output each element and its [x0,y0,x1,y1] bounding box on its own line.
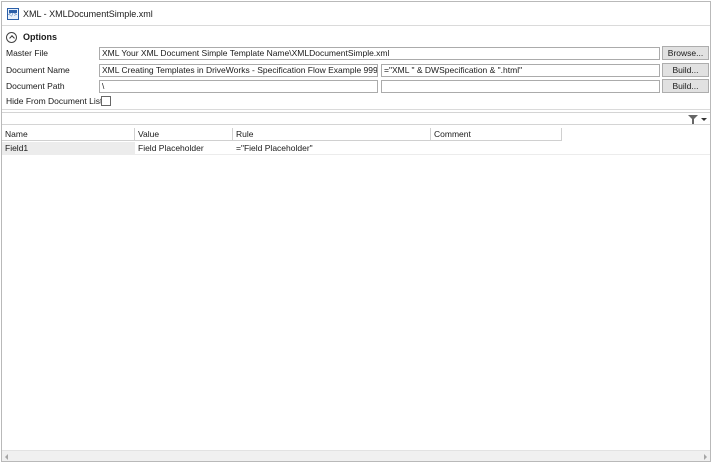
fields-grid: Name Value Rule Comment Field1 Field Pla… [2,128,710,458]
document-name-row: Document Name XML Creating Templates in … [2,63,710,77]
scroll-left-icon[interactable] [5,454,8,460]
master-file-row: Master File XML Your XML Document Simple… [2,46,710,60]
master-file-label: Master File [6,48,49,58]
grid-header: Name Value Rule Comment [2,128,562,141]
column-header-comment[interactable]: Comment [431,128,562,141]
document-path-field[interactable]: \ [99,80,378,93]
column-header-value[interactable]: Value [135,128,233,141]
window-title: XML - XMLDocumentSimple.xml [23,8,153,19]
options-section-header[interactable]: Options [6,30,57,44]
title-bar: XML - XMLDocumentSimple.xml [2,2,710,26]
document-path-label: Document Path [6,81,65,91]
document-name-field[interactable]: XML Creating Templates in DriveWorks - S… [99,64,378,77]
column-header-rule[interactable]: Rule [233,128,431,141]
cell-rule[interactable]: ="Field Placeholder" [233,142,431,155]
document-path-build-button[interactable]: Build... [662,79,709,93]
master-file-field[interactable]: XML Your XML Document Simple Template Na… [99,47,660,60]
filter-icon[interactable] [688,114,698,124]
xml-document-window: XML - XMLDocumentSimple.xml Options Mast… [1,1,711,462]
cell-name[interactable]: Field1 [2,142,135,155]
cell-value[interactable]: Field Placeholder [135,142,233,155]
document-name-rule-field[interactable]: ="XML " & DWSpecification & ".html" [381,64,660,77]
xml-document-icon [7,7,19,20]
scroll-right-icon[interactable] [704,454,707,460]
cell-comment[interactable] [431,142,562,155]
grid-toolbar [2,112,710,125]
collapse-up-icon[interactable] [6,31,17,43]
table-row[interactable]: Field1 Field Placeholder ="Field Placeho… [2,142,710,155]
document-name-build-button[interactable]: Build... [662,63,709,77]
column-header-name[interactable]: Name [2,128,135,141]
document-name-label: Document Name [6,65,70,75]
hide-from-list-checkbox[interactable] [101,96,111,106]
hide-from-list-row: Hide From Document List [2,95,710,108]
horizontal-scrollbar[interactable] [2,450,710,461]
divider [2,109,710,110]
options-label: Options [23,32,57,42]
browse-button[interactable]: Browse... [662,46,709,60]
document-path-row: Document Path \ Build... [2,79,710,93]
document-path-rule-field[interactable] [381,80,660,93]
chevron-down-icon[interactable] [701,118,707,121]
hide-from-list-label: Hide From Document List [6,96,103,106]
